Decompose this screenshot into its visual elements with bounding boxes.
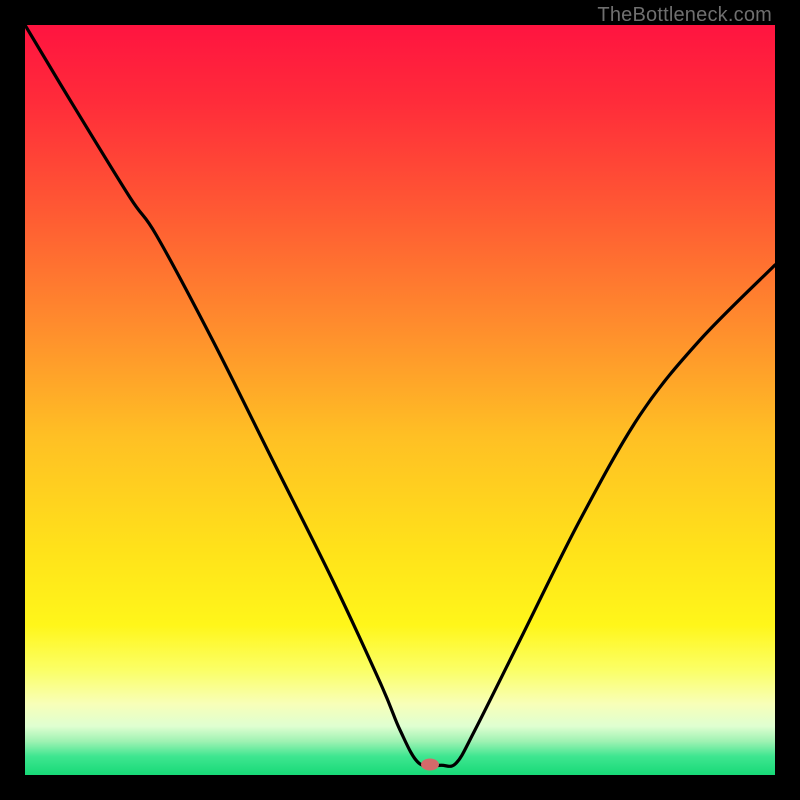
chart-frame: TheBottleneck.com: [0, 0, 800, 800]
optimum-marker: [421, 759, 439, 771]
gradient-background: [25, 25, 775, 775]
plot-area: [25, 25, 775, 775]
watermark-text: TheBottleneck.com: [597, 4, 772, 27]
bottleneck-chart: [25, 25, 775, 775]
